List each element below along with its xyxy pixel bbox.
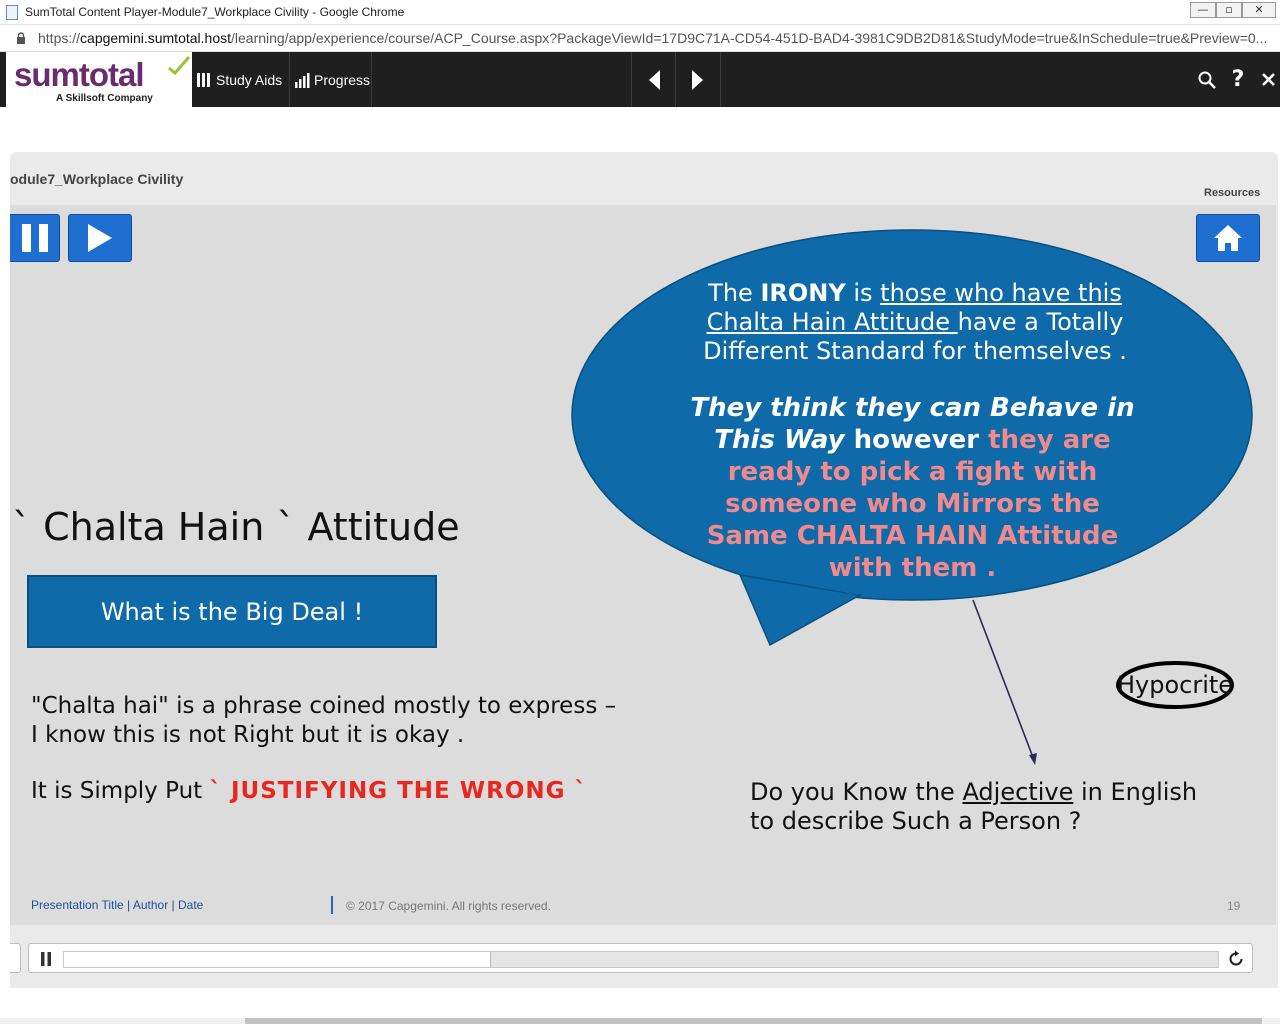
adjective-question: Do you Know the Adjective in English to …	[750, 778, 1198, 835]
pointer-arrow	[972, 599, 1037, 765]
play-icon	[88, 224, 112, 252]
maximize-button[interactable]: ▫	[1216, 2, 1242, 18]
arrow-right-icon	[692, 69, 703, 90]
pause-icon	[21, 224, 48, 252]
logo-check-icon	[168, 56, 191, 76]
big-deal-button[interactable]: What is the Big Deal !	[27, 575, 437, 648]
resources-link[interactable]: Resources	[1204, 187, 1260, 199]
justifying-statement: It is Simply Put ` JUSTIFYING THE WRONG …	[31, 778, 588, 804]
answer-word: Hypocrite	[1116, 671, 1234, 699]
address-bar[interactable]: https://capgemini.sumtotal.host/learning…	[0, 25, 1280, 52]
definition-line-2: I know this is not Right but it is okay …	[31, 722, 465, 748]
logo-wordmark: sumtotal	[14, 56, 145, 93]
slide-page-number: 19	[1227, 899, 1241, 913]
playbar-left-edge	[10, 943, 21, 973]
exit-button[interactable]	[1253, 52, 1280, 107]
arrow-left-icon	[648, 69, 660, 90]
progress-bars-icon	[295, 72, 310, 88]
close-window-button[interactable]: ✕	[1242, 2, 1276, 18]
pause-slide-button[interactable]	[10, 214, 60, 262]
close-icon	[1261, 73, 1275, 86]
definition-line-1: "Chalta hai" is a phrase coined mostly t…	[31, 693, 617, 719]
play-slide-button[interactable]	[68, 214, 132, 262]
study-aids-label: Study Aids	[216, 71, 283, 88]
bubble-behaviour-text: They think they can Behave in This Way h…	[690, 393, 1135, 583]
study-aids-icon	[197, 72, 210, 87]
slide-heading: ` Chalta Hain ` Attitude	[12, 505, 460, 549]
minimize-button[interactable]: —	[1190, 2, 1216, 18]
help-button[interactable]: ?	[1223, 52, 1253, 107]
footer-divider	[331, 896, 333, 914]
study-aids-button[interactable]: Study Aids	[192, 52, 290, 107]
url-text[interactable]: https://capgemini.sumtotal.host/learning…	[38, 30, 1267, 46]
bubble-irony-text: The IRONY is those who have this Chalta …	[703, 279, 1127, 365]
progress-label: Progress	[314, 71, 371, 88]
window-title: SumTotal Content Player-Module7_Workplac…	[25, 5, 405, 19]
seek-progress	[64, 952, 491, 967]
footer-copyright: © 2017 Capgemini. All rights reserved.	[346, 899, 551, 913]
module-title: odule7_Workplace Civility	[10, 171, 184, 187]
scrollbar-thumb[interactable]	[245, 1018, 1262, 1024]
search-button[interactable]	[1192, 52, 1222, 107]
logo-tagline: A Skillsoft Company	[56, 93, 153, 104]
replay-button[interactable]	[1226, 949, 1246, 969]
footer-presentation-info: Presentation Title | Author | Date	[31, 898, 204, 912]
lock-icon	[17, 32, 25, 44]
search-icon	[1198, 71, 1216, 89]
playback-pause-button[interactable]	[38, 950, 54, 968]
replay-icon	[1229, 950, 1243, 966]
previous-slide-button[interactable]	[631, 52, 675, 107]
chalta-hai-definition: "Chalta hai" is a phrase coined mostly t…	[31, 692, 616, 750]
question-mark-icon: ?	[1231, 67, 1245, 92]
pause-icon	[41, 952, 51, 966]
next-slide-button[interactable]	[675, 52, 721, 107]
sumtotal-logo: sumtotal A Skillsoft Company	[6, 52, 192, 107]
page-icon	[6, 5, 18, 20]
browser-title-bar: SumTotal Content Player-Module7_Workplac…	[0, 0, 1280, 25]
progress-button[interactable]: Progress	[290, 52, 372, 107]
